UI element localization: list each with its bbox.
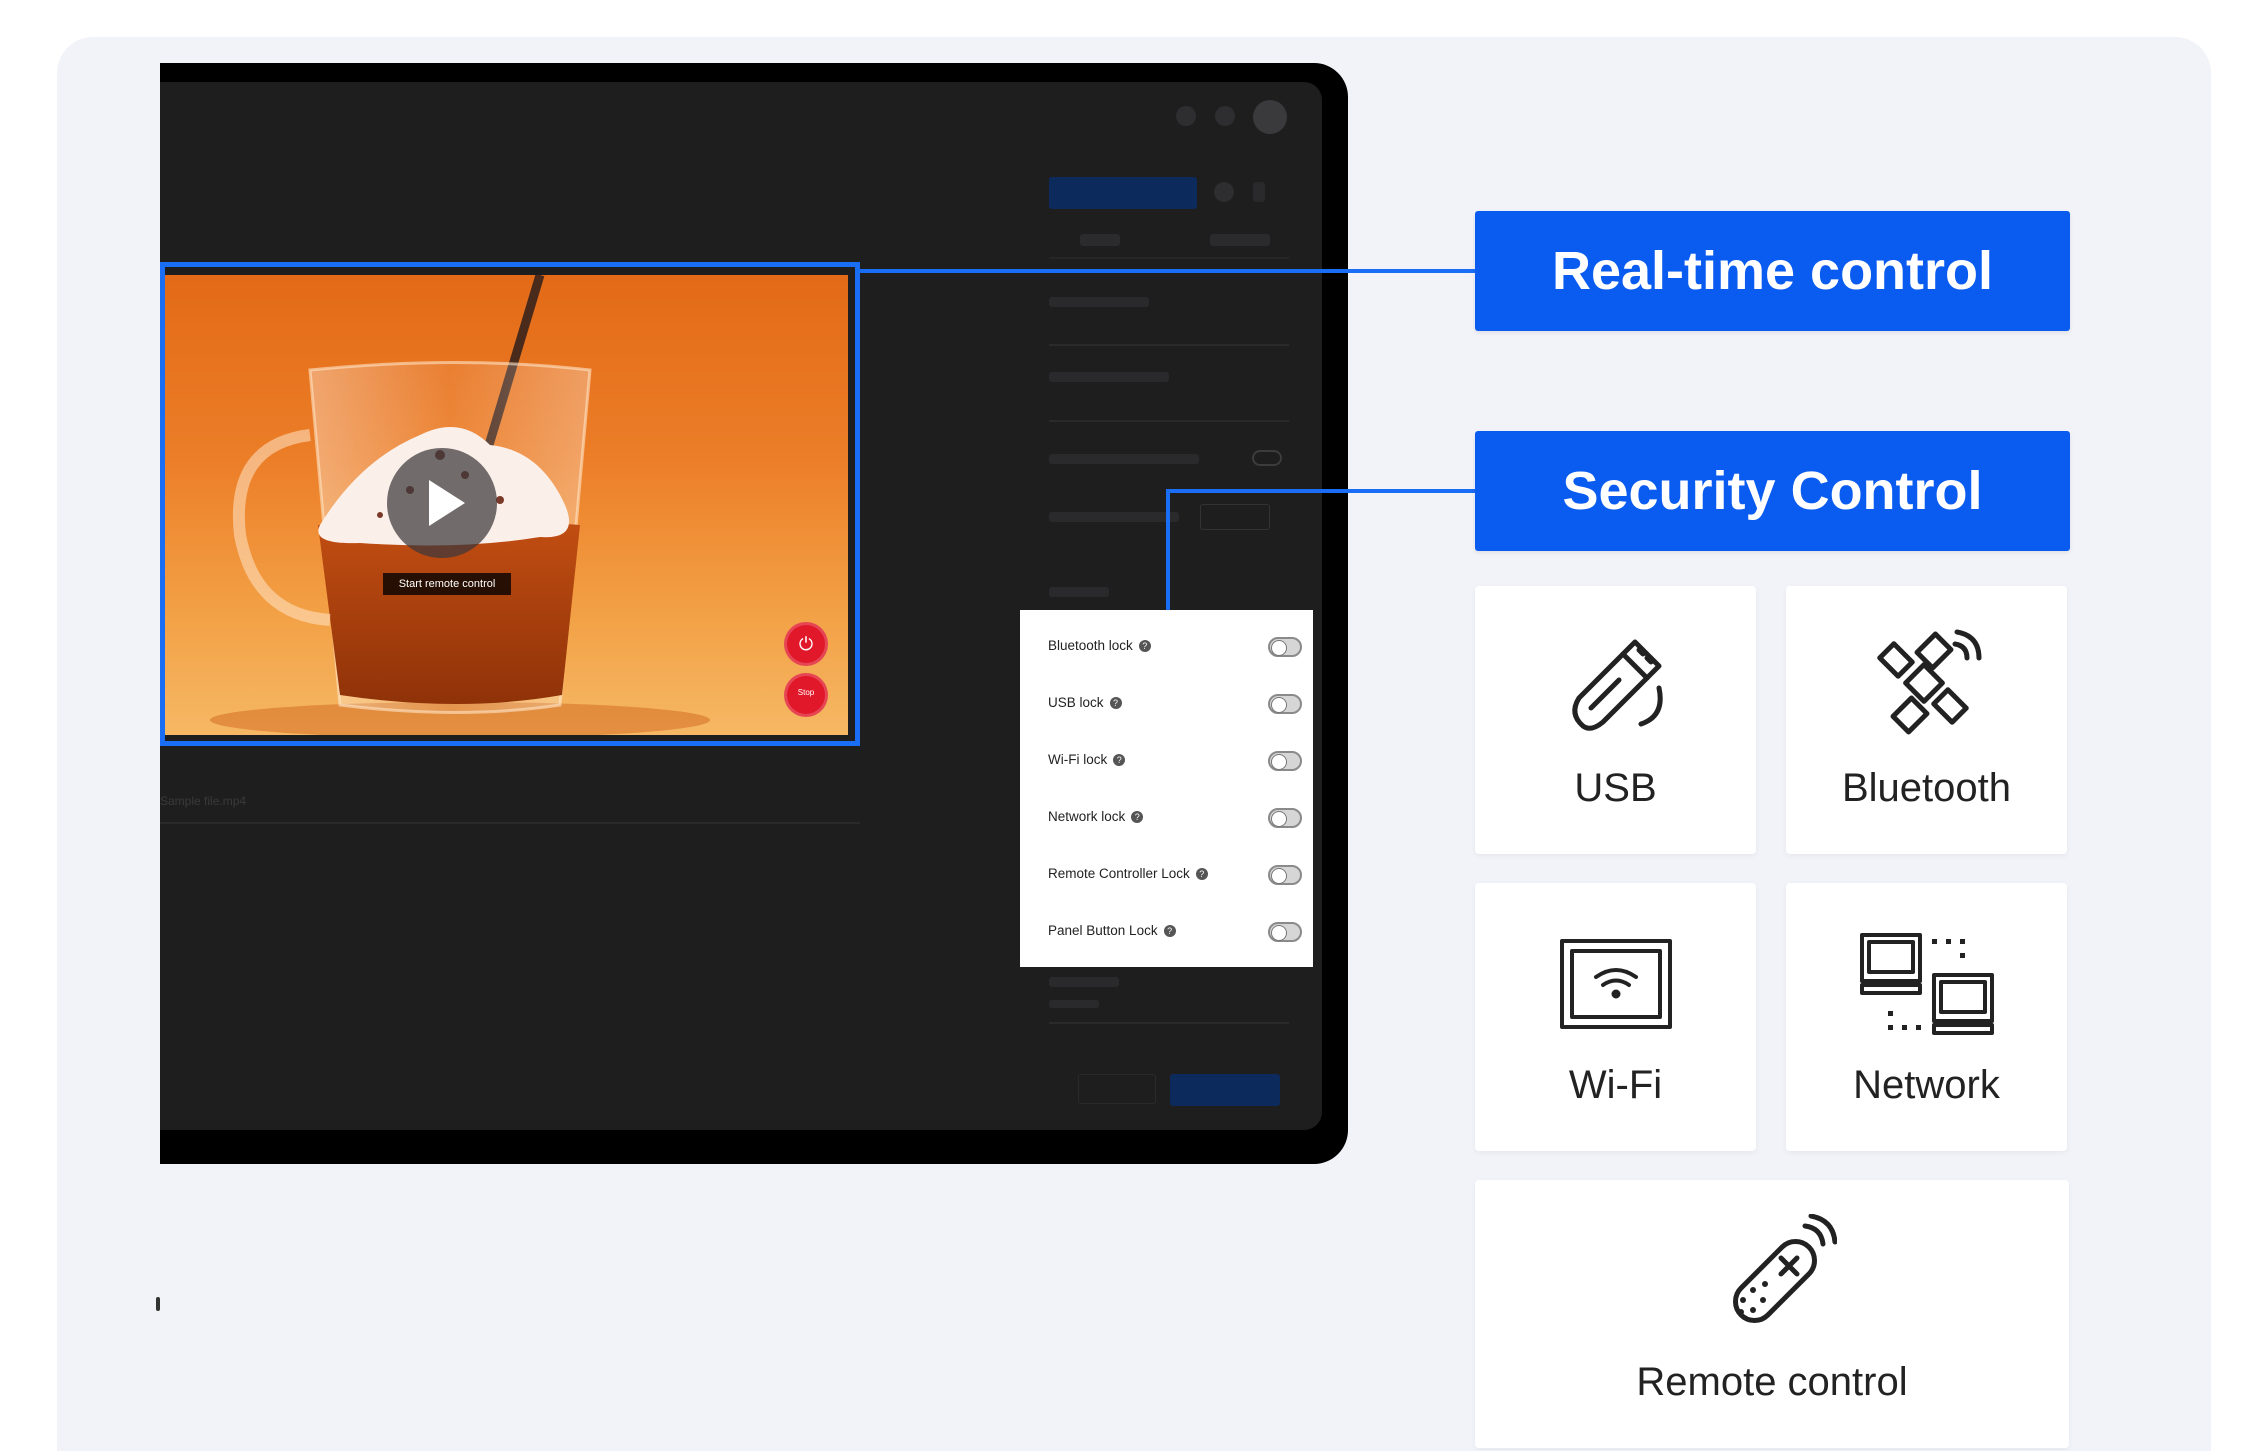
field-underline (1049, 420, 1289, 422)
stage: Sample file.mp4 Start remote control ⏻ S… (0, 0, 2249, 1451)
lock-label: Panel Button Lock? (1048, 923, 1176, 938)
lock-label-text: Remote Controller Lock (1048, 866, 1190, 881)
security-control-tag: Security Control (1475, 431, 2070, 551)
feature-card-network: Network (1786, 883, 2067, 1151)
lock-row-network: Network lock? (1048, 806, 1302, 830)
wifi-lock-toggle[interactable] (1268, 751, 1302, 771)
info-icon[interactable]: ? (1163, 925, 1176, 938)
info-icon[interactable]: ? (1109, 697, 1122, 710)
lock-label: Network lock? (1048, 809, 1144, 824)
field-value-blurred (1049, 1000, 1099, 1008)
file-row-divider (160, 822, 860, 824)
lock-label: Wi-Fi lock? (1048, 752, 1126, 767)
security-connector-horizontal (1166, 489, 1475, 493)
stop-button-label: Stop (797, 688, 815, 697)
primary-action-button[interactable] (1049, 177, 1197, 209)
lock-label-text: Bluetooth lock (1048, 638, 1133, 653)
lock-label-text: Wi-Fi lock (1048, 752, 1108, 767)
info-icon[interactable]: ? (1138, 640, 1151, 653)
bluetooth-lock-toggle[interactable] (1268, 637, 1302, 657)
wifi-display-icon (1559, 939, 1672, 1029)
lock-label-text: Panel Button Lock (1048, 923, 1158, 938)
field-label-blurred (1049, 297, 1149, 307)
save-button[interactable] (1170, 1074, 1280, 1106)
feature-label-remote-control: Remote control (1636, 1360, 1908, 1404)
tab-divider (1049, 257, 1289, 259)
feature-card-usb: USB (1475, 586, 1756, 854)
tab-blurred-1[interactable] (1080, 234, 1120, 246)
feature-label-bluetooth: Bluetooth (1841, 766, 2012, 810)
network-computers-icon (1859, 933, 1994, 1035)
lock-label-text: USB lock (1048, 695, 1104, 710)
lock-label-text: Network lock (1048, 809, 1126, 824)
feature-card-bluetooth: Bluetooth (1786, 586, 2067, 854)
field-label-blurred (1049, 512, 1179, 522)
feature-card-remote-control: Remote control (1475, 1180, 2069, 1448)
file-name: Sample file.mp4 (160, 794, 247, 808)
usb-stick-icon (1571, 639, 1663, 731)
remote-controller-lock-toggle[interactable] (1268, 865, 1302, 885)
info-icon[interactable]: ? (1195, 868, 1208, 881)
feature-label-wifi: Wi-Fi (1568, 1063, 1663, 1107)
cancel-button[interactable] (1078, 1074, 1156, 1104)
info-icon[interactable]: ? (1131, 811, 1144, 824)
field-underline (1049, 344, 1289, 346)
update-button-blurred[interactable] (1200, 504, 1270, 530)
lock-row-bluetooth: Bluetooth lock? (1048, 635, 1302, 659)
power-button[interactable]: ⏻ (784, 622, 828, 666)
network-lock-toggle[interactable] (1268, 808, 1302, 828)
stop-button[interactable]: Stop (784, 673, 828, 717)
realtime-control-tag: Real-time control (1475, 211, 2070, 331)
more-icon[interactable] (1253, 182, 1265, 202)
field-label-blurred (1049, 454, 1199, 464)
usb-lock-toggle[interactable] (1268, 694, 1302, 714)
toggle-blurred[interactable] (1252, 450, 1282, 466)
field-label-blurred (1049, 977, 1119, 987)
remote-controller-icon (1732, 1214, 1837, 1324)
section-label-blurred (1049, 587, 1109, 597)
start-remote-control-label[interactable]: Start remote control (383, 573, 511, 595)
lock-settings-card: Bluetooth lock? USB lock? Wi-Fi lock? Ne… (1020, 610, 1313, 967)
field-underline (1049, 1022, 1289, 1024)
settings-icon[interactable] (1215, 106, 1235, 126)
tab-blurred-2[interactable] (1210, 234, 1270, 246)
feature-label-network: Network (1853, 1063, 2000, 1107)
decorative-tick (156, 1297, 160, 1311)
info-icon[interactable]: ? (1113, 754, 1126, 767)
lock-row-panel-button: Panel Button Lock? (1048, 920, 1302, 944)
lock-label: USB lock? (1048, 695, 1122, 710)
filter-icon[interactable] (1214, 182, 1234, 202)
field-label-blurred (1049, 372, 1169, 382)
feature-label-usb: USB (1574, 766, 1657, 810)
video-frame-highlight (160, 262, 860, 746)
lock-row-usb: USB lock? (1048, 692, 1302, 716)
avatar[interactable] (1253, 100, 1287, 134)
lock-label: Bluetooth lock? (1048, 638, 1151, 653)
lock-row-wifi: Wi-Fi lock? (1048, 749, 1302, 773)
lock-row-remote-controller: Remote Controller Lock? (1048, 863, 1302, 887)
lock-label: Remote Controller Lock? (1048, 866, 1208, 881)
play-button[interactable] (387, 448, 497, 558)
panel-button-lock-toggle[interactable] (1268, 922, 1302, 942)
refresh-icon[interactable] (1176, 106, 1196, 126)
security-connector-vertical (1166, 489, 1170, 611)
realtime-connector (858, 269, 1475, 273)
bluetooth-satellite-icon (1876, 629, 1981, 735)
feature-card-wifi: Wi-Fi (1475, 883, 1756, 1151)
